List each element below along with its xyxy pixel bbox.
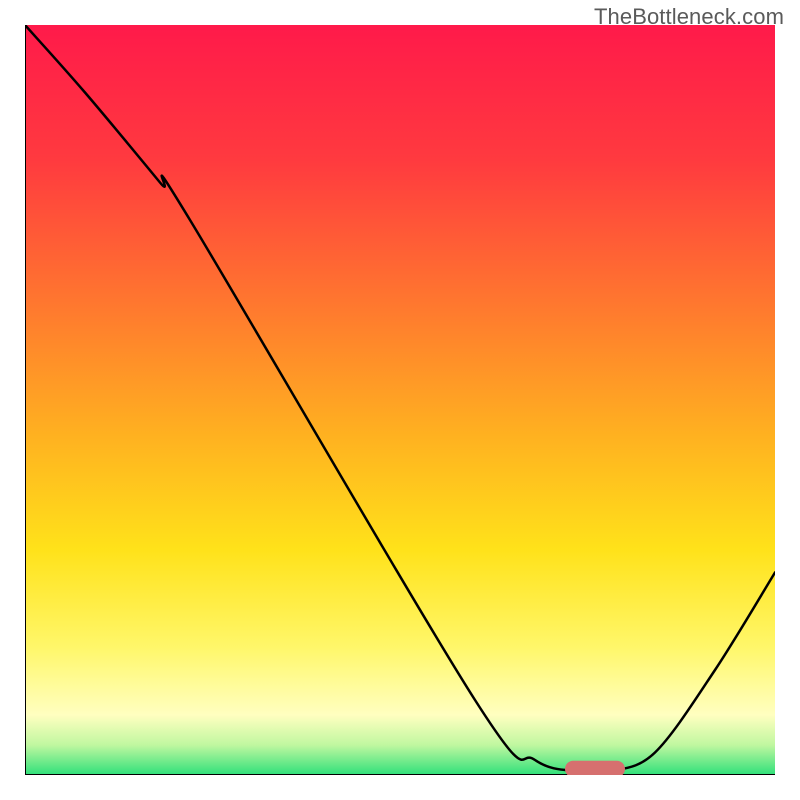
chart-svg	[25, 25, 775, 775]
chart-container: TheBottleneck.com	[0, 0, 800, 800]
optimal-zone-marker	[565, 761, 625, 775]
watermark-text: TheBottleneck.com	[594, 4, 784, 30]
plot-area	[25, 25, 775, 775]
gradient-background	[25, 25, 775, 775]
